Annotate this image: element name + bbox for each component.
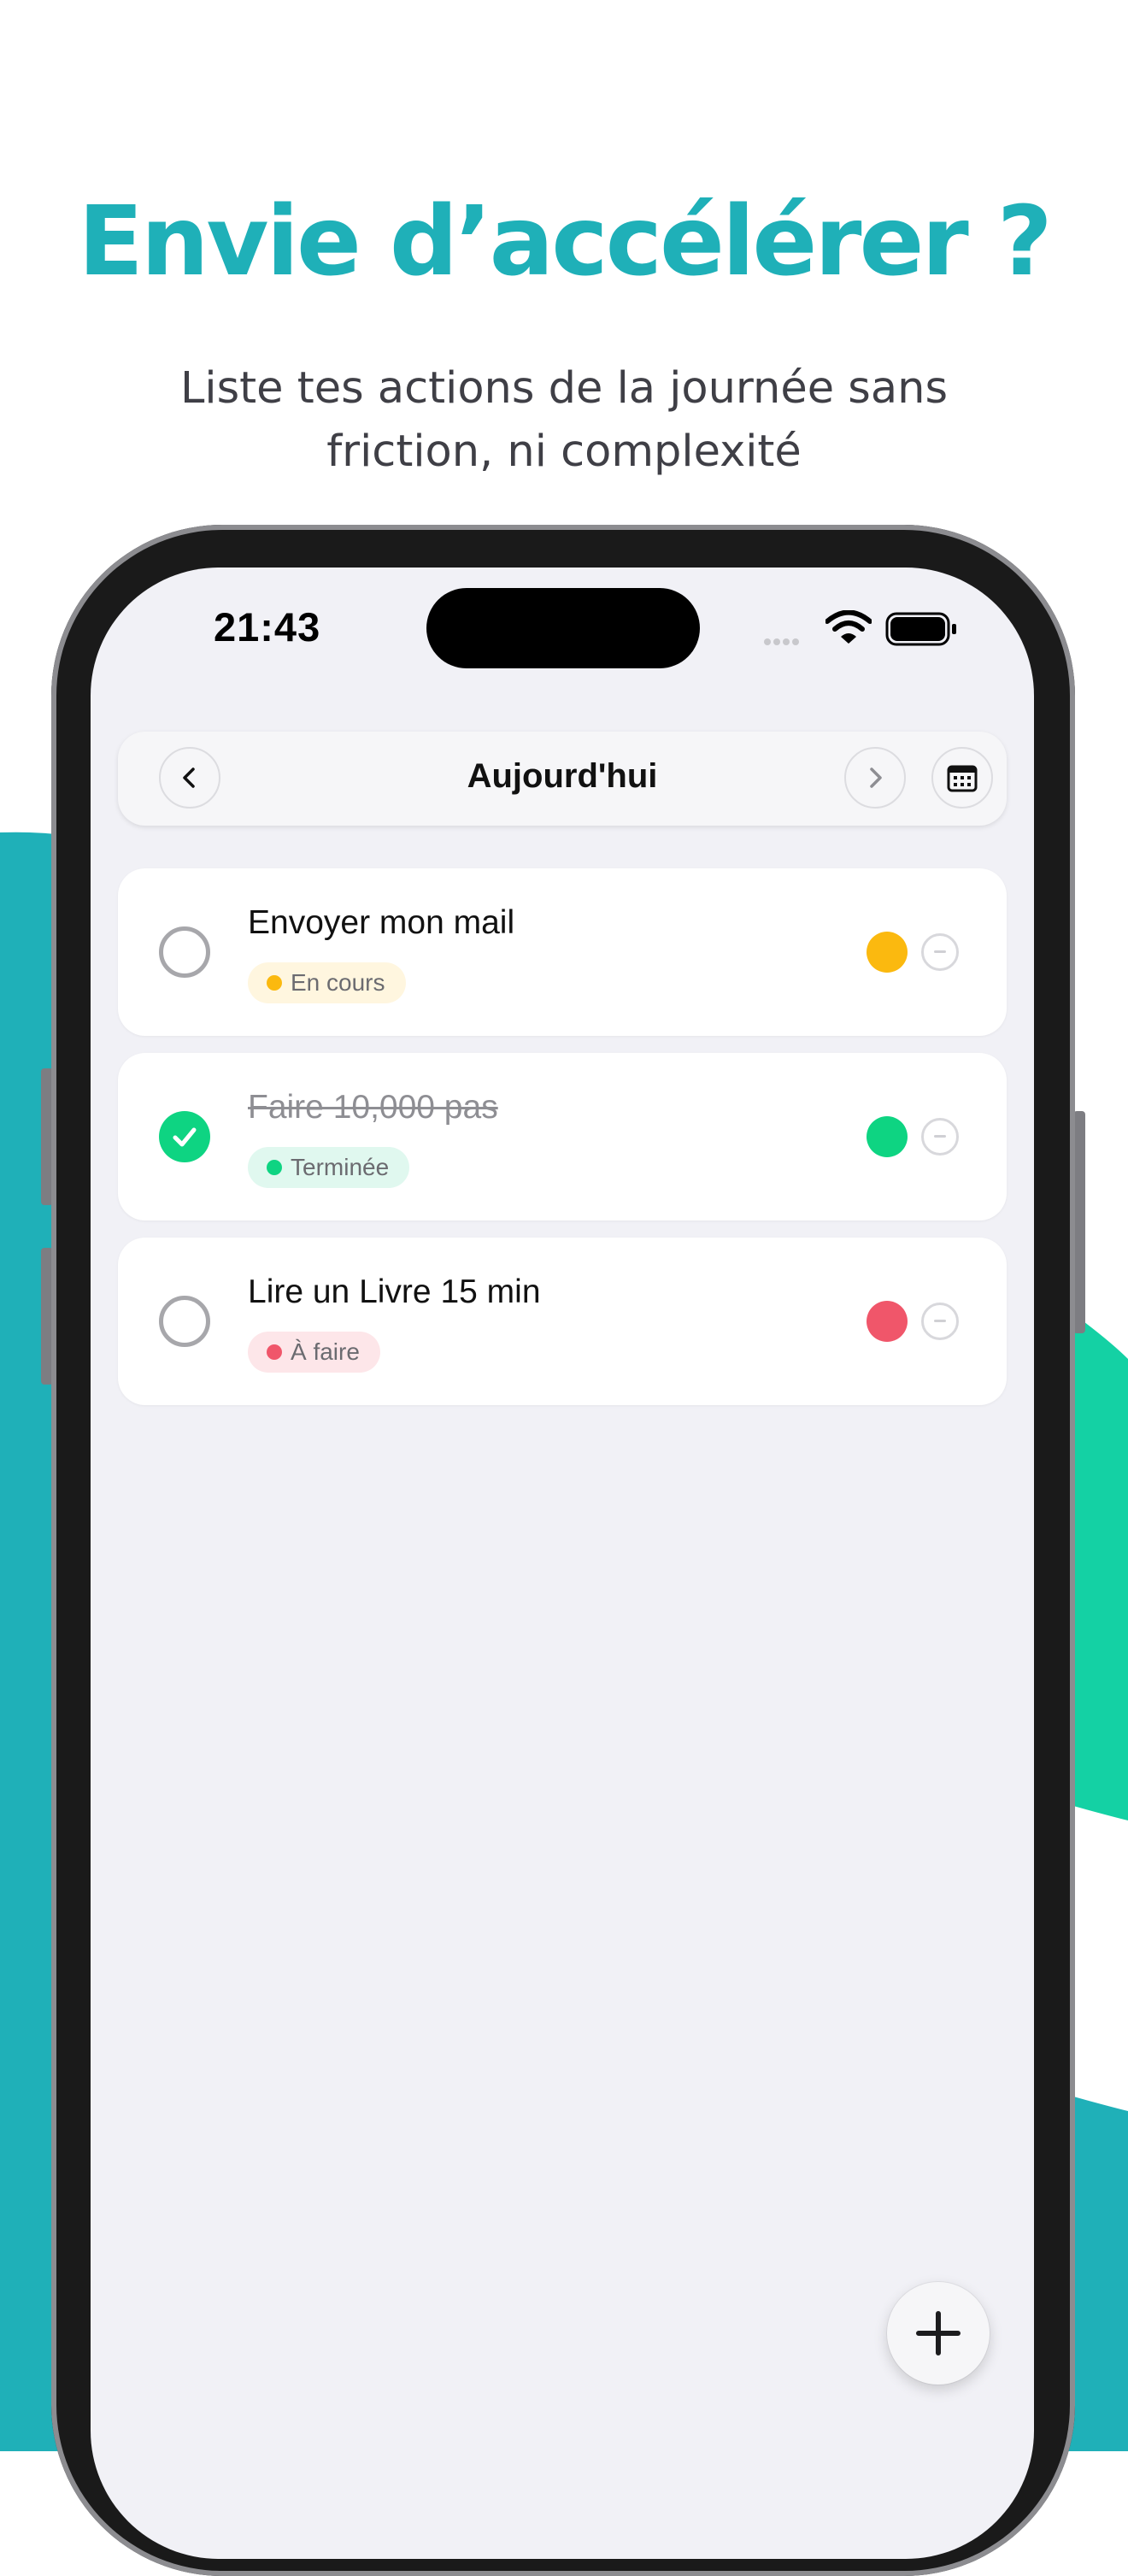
status-time: 21:43 <box>214 604 321 650</box>
status-badge-label: En cours <box>291 969 385 996</box>
checkmark-icon <box>173 1127 197 1147</box>
phone-power-button <box>1073 1111 1085 1333</box>
status-color-button[interactable] <box>867 932 908 973</box>
battery-icon <box>885 612 956 646</box>
task-title: Lire un Livre 15 min <box>248 1273 541 1310</box>
task-card[interactable]: Lire un Livre 15 min À faire <box>118 1238 1007 1405</box>
chevron-right-icon <box>870 768 882 788</box>
remove-task-icon[interactable] <box>921 1303 959 1340</box>
status-color-button[interactable] <box>867 1116 908 1157</box>
phone-screen: 21:43 Aujourd'hui Envoyer mon mail En co… <box>91 568 1034 2559</box>
task-checkbox[interactable] <box>159 1296 210 1347</box>
status-badge: À faire <box>248 1332 380 1373</box>
headline: Envie d’accélérer ? <box>78 186 1052 297</box>
dynamic-island <box>426 588 700 668</box>
task-checkbox[interactable] <box>159 1111 210 1162</box>
calendar-icon <box>947 765 978 792</box>
status-badge-label: À faire <box>291 1338 360 1365</box>
status-badge-label: Terminée <box>291 1154 390 1180</box>
status-badge: En cours <box>248 962 406 1003</box>
subline: Liste tes actions de la journée sans fri… <box>179 363 949 477</box>
status-color-button[interactable] <box>867 1301 908 1342</box>
status-badge-dot <box>267 975 282 991</box>
status-badge-dot <box>267 1344 282 1360</box>
calendar-button[interactable] <box>931 747 993 809</box>
plus-icon <box>916 2311 961 2355</box>
task-card[interactable]: Faire 10,000 pas Terminée <box>118 1053 1007 1220</box>
wifi-icon <box>825 610 872 644</box>
add-task-button[interactable] <box>887 2282 990 2385</box>
task-title: Faire 10,000 pas <box>248 1089 498 1126</box>
status-badge-dot <box>267 1160 282 1175</box>
signal-icon <box>764 634 802 650</box>
status-badge: Terminée <box>248 1147 410 1188</box>
task-checkbox[interactable] <box>159 926 210 978</box>
next-day-button[interactable] <box>844 747 906 809</box>
task-title: Envoyer mon mail <box>248 904 515 941</box>
task-card[interactable]: Envoyer mon mail En cours <box>118 868 1007 1036</box>
date-navigation-bar: Aujourd'hui <box>118 732 1007 826</box>
remove-task-icon[interactable] <box>921 933 959 971</box>
remove-task-icon[interactable] <box>921 1118 959 1156</box>
